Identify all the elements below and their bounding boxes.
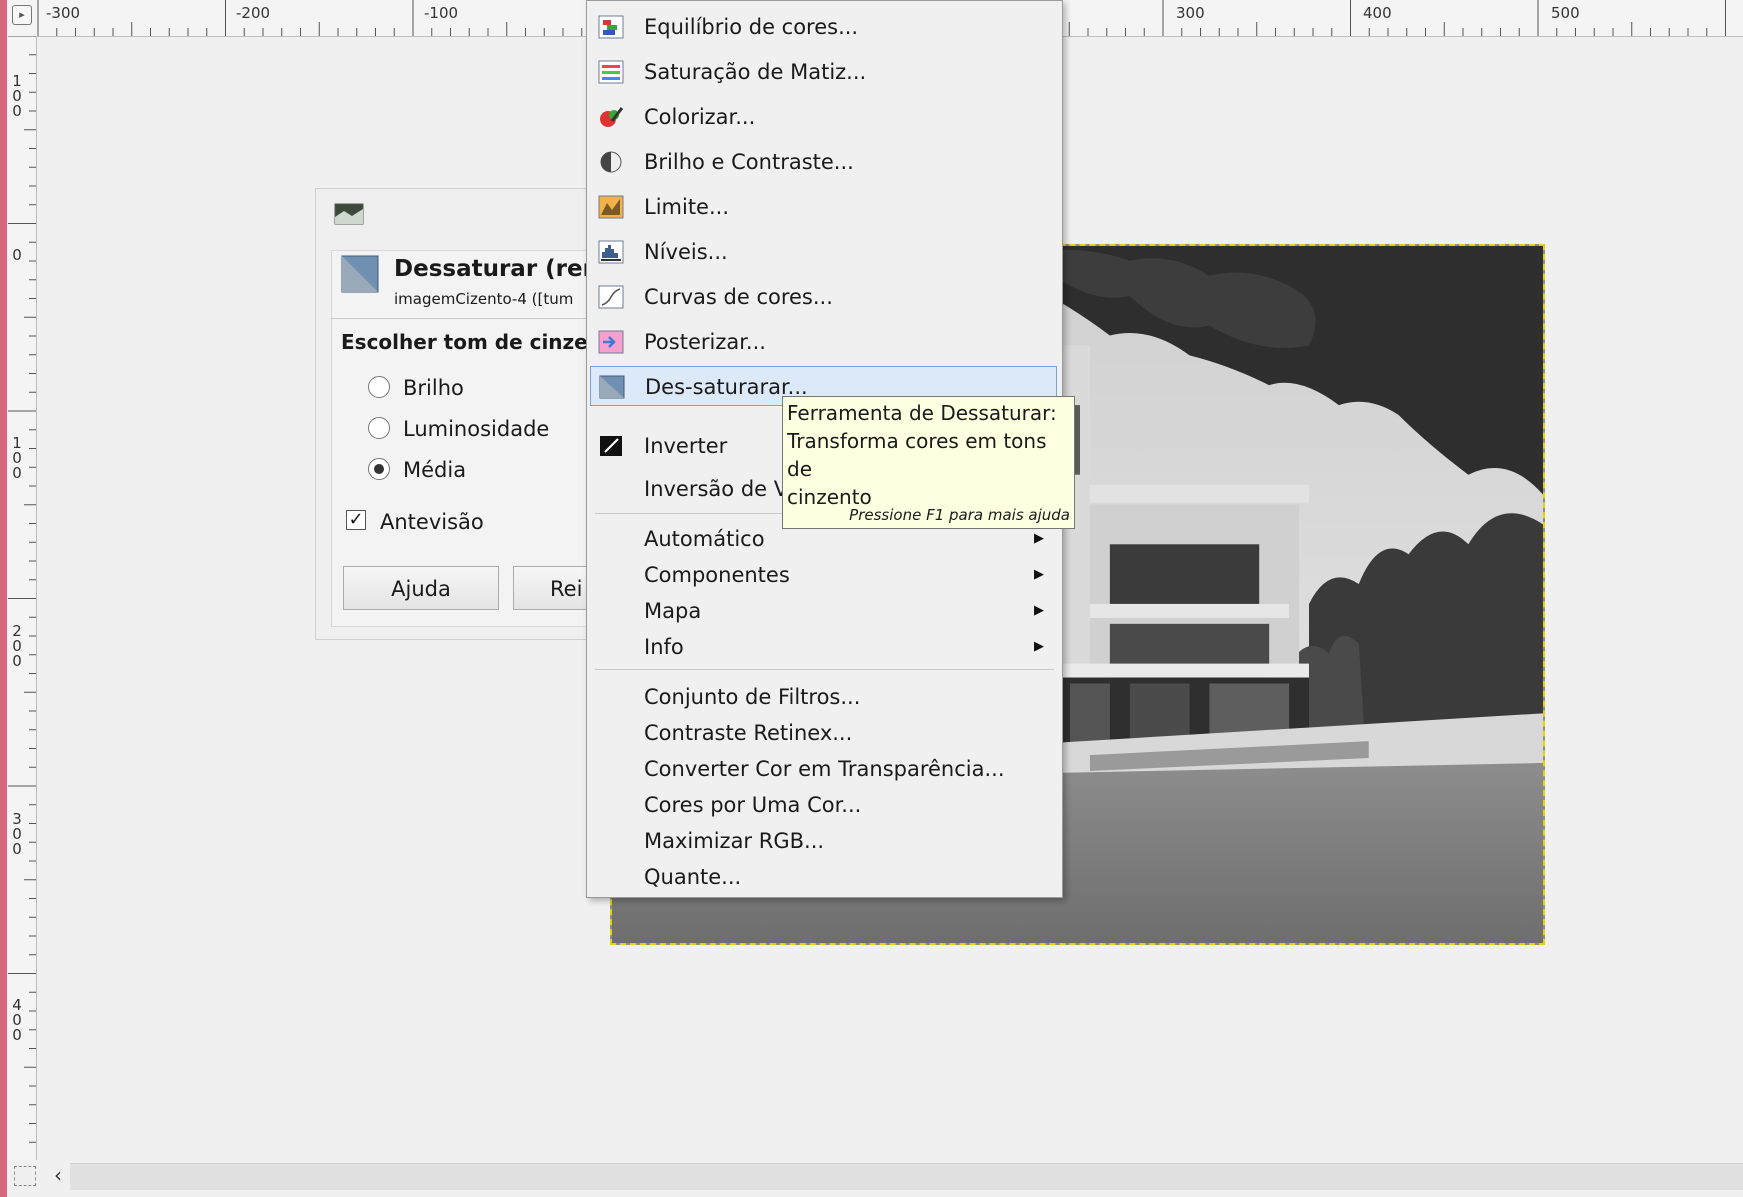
menu-item-retinex[interactable]: Contraste Retinex... bbox=[587, 713, 1060, 753]
menu-item-color-balance[interactable]: Equilíbrio de cores... bbox=[587, 7, 1060, 47]
radio-label: Média bbox=[403, 458, 467, 482]
brightness-contrast-icon bbox=[600, 151, 622, 173]
menu-item-label: Inversão de Va bbox=[644, 477, 800, 501]
menu-item-label: Mapa bbox=[644, 599, 702, 623]
vertical-ruler[interactable]: 1 0 0 0 1 0 0 2 0 0 3 0 0 4 0 0 bbox=[8, 36, 37, 1160]
radio-media[interactable]: Média bbox=[368, 458, 588, 484]
ruler-label: 1 0 0 bbox=[12, 434, 22, 482]
radio-button[interactable] bbox=[368, 458, 390, 480]
ruler-label: 3 0 0 bbox=[12, 810, 22, 858]
ruler-label: 4 0 0 bbox=[12, 996, 22, 1044]
ruler-label: 400 bbox=[1363, 4, 1392, 22]
menu-item-label: Inverter bbox=[644, 434, 728, 458]
menu-item-hue-saturation[interactable]: Saturação de Matiz... bbox=[587, 52, 1060, 92]
reset-button[interactable]: Rei bbox=[513, 566, 591, 610]
help-button[interactable]: Ajuda bbox=[343, 566, 499, 610]
curves-icon bbox=[598, 285, 624, 309]
menu-separator bbox=[595, 669, 1054, 670]
scroll-left-arrow[interactable]: ‹ bbox=[48, 1164, 68, 1186]
desaturate-icon bbox=[341, 255, 379, 293]
menu-item-filter-pack[interactable]: Conjunto de Filtros... bbox=[587, 677, 1060, 717]
menu-item-color-exchange[interactable]: Cores por Uma Cor... bbox=[587, 785, 1060, 825]
menu-item-components[interactable]: Componentes ▶ bbox=[587, 555, 1060, 595]
dialog-title: Dessaturar (rem bbox=[394, 256, 607, 282]
ruler-label: -200 bbox=[236, 4, 271, 22]
menu-item-levels[interactable]: Níveis... bbox=[587, 232, 1060, 272]
image-thumbnail-icon bbox=[334, 203, 364, 225]
menu-item-color-to-alpha[interactable]: Converter Cor em Transparência... bbox=[587, 749, 1060, 789]
menu-item-curves[interactable]: Curvas de cores... bbox=[587, 277, 1060, 317]
radio-button[interactable] bbox=[368, 376, 390, 398]
menu-item-label: Cores por Uma Cor... bbox=[644, 793, 862, 817]
menu-item-label: Info bbox=[644, 635, 684, 659]
grayscale-section-label: Escolher tom de cinzent bbox=[341, 330, 612, 354]
menu-item-colorize[interactable]: Colorizar... bbox=[587, 97, 1060, 137]
menu-item-label: Automático bbox=[644, 527, 765, 551]
window-edge bbox=[0, 0, 7, 1197]
ruler-label: 300 bbox=[1176, 4, 1205, 22]
menu-item-posterize[interactable]: Posterizar... bbox=[587, 322, 1060, 362]
radio-brilho[interactable]: Brilho bbox=[368, 376, 588, 402]
colorize-icon bbox=[600, 107, 624, 127]
menu-item-label: Converter Cor em Transparência... bbox=[644, 757, 1005, 781]
menu-item-label: Maximizar RGB... bbox=[644, 829, 825, 853]
hue-saturation-icon bbox=[598, 60, 624, 84]
posterize-icon bbox=[598, 330, 624, 354]
menu-item-label: Quante... bbox=[644, 865, 742, 889]
menu-item-label: Brilho e Contraste... bbox=[644, 150, 854, 174]
radio-label: Luminosidade bbox=[403, 417, 550, 441]
ruler-label: -300 bbox=[46, 4, 81, 22]
horizontal-scrollbar[interactable] bbox=[70, 1163, 1743, 1190]
invert-icon bbox=[600, 436, 622, 456]
radio-label: Brilho bbox=[403, 376, 464, 400]
menu-item-label: Componentes bbox=[644, 563, 790, 587]
navigate-menu-button[interactable]: ▸ bbox=[12, 5, 32, 25]
preview-toggle[interactable]: ✓ Antevisão bbox=[346, 510, 576, 536]
submenu-arrow-icon: ▶ bbox=[1034, 567, 1044, 582]
preview-label: Antevisão bbox=[380, 510, 484, 534]
levels-icon bbox=[598, 240, 624, 264]
quick-mask-toggle[interactable] bbox=[14, 1166, 36, 1186]
menu-item-label: Saturação de Matiz... bbox=[644, 60, 867, 84]
menu-item-label: Contraste Retinex... bbox=[644, 721, 853, 745]
menu-item-label: Curvas de cores... bbox=[644, 285, 833, 309]
ruler-label: 2 0 0 bbox=[12, 622, 22, 670]
ruler-label: 0 bbox=[12, 246, 22, 264]
preview-checkbox[interactable]: ✓ bbox=[346, 510, 366, 530]
desaturate-icon bbox=[599, 375, 625, 399]
menu-item-max-rgb[interactable]: Maximizar RGB... bbox=[587, 821, 1060, 861]
menu-item-label: Colorizar... bbox=[644, 105, 756, 129]
menu-item-label: Conjunto de Filtros... bbox=[644, 685, 861, 709]
threshold-icon bbox=[598, 195, 624, 219]
submenu-arrow-icon: ▶ bbox=[1034, 603, 1044, 618]
dialog-subtitle: imagemCizento-4 ([tum bbox=[394, 290, 574, 308]
menu-item-label: Limite... bbox=[644, 195, 730, 219]
tooltip: Ferramenta de Dessaturar: Transforma cor… bbox=[782, 396, 1075, 529]
menu-item-threshold[interactable]: Limite... bbox=[587, 187, 1060, 227]
menu-item-info[interactable]: Info ▶ bbox=[587, 627, 1060, 667]
color-balance-icon bbox=[598, 15, 624, 39]
ruler-label: 500 bbox=[1551, 4, 1580, 22]
tooltip-text: Ferramenta de Dessaturar: Transforma cor… bbox=[787, 401, 1057, 509]
menu-item-quante[interactable]: Quante... bbox=[587, 857, 1060, 897]
dialog-separator bbox=[331, 318, 591, 319]
menu-item-label: Posterizar... bbox=[644, 330, 766, 354]
ruler-label: 1 0 0 bbox=[12, 72, 22, 120]
menu-item-label: Níveis... bbox=[644, 240, 728, 264]
tooltip-hint: Pressione F1 para mais ajuda bbox=[849, 506, 1070, 524]
ruler-label: -100 bbox=[424, 4, 459, 22]
menu-item-brightness-contrast[interactable]: Brilho e Contraste... bbox=[587, 142, 1060, 182]
menu-item-label: Equilíbrio de cores... bbox=[644, 15, 859, 39]
submenu-arrow-icon: ▶ bbox=[1034, 639, 1044, 654]
radio-luminosidade[interactable]: Luminosidade bbox=[368, 417, 588, 443]
menu-item-map[interactable]: Mapa ▶ bbox=[587, 591, 1060, 631]
ruler-ticks bbox=[8, 36, 36, 1143]
radio-button[interactable] bbox=[368, 417, 390, 439]
